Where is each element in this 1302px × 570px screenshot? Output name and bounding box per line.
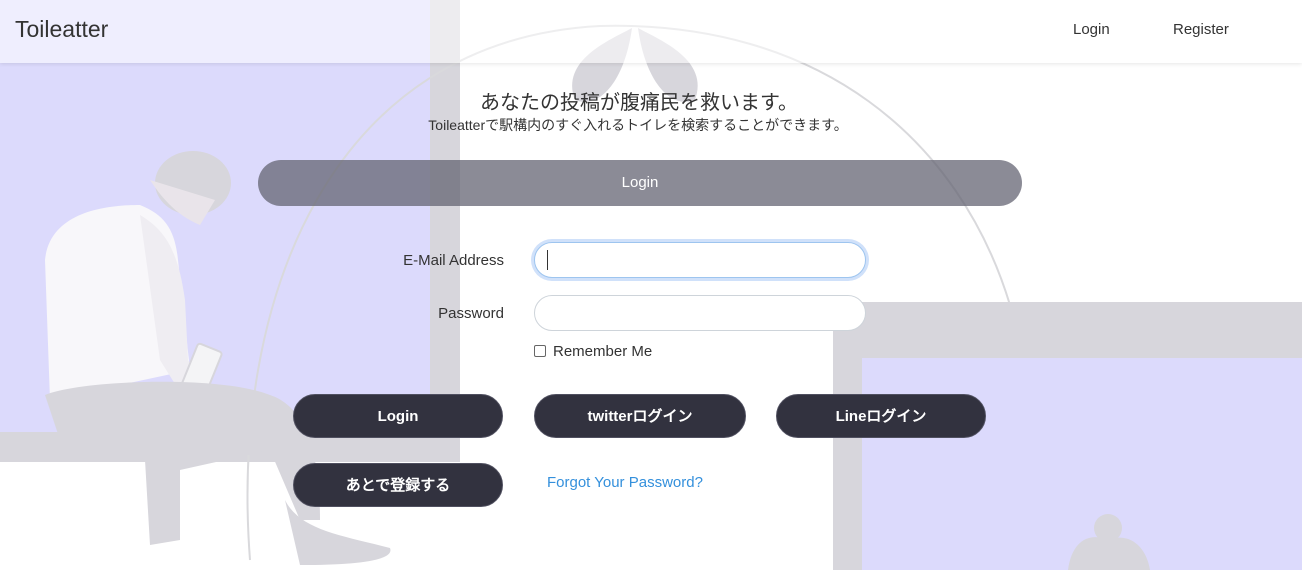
- hero-headline: あなたの投稿が腹痛民を救います。: [480, 92, 798, 114]
- remember-me[interactable]: Remember Me: [534, 342, 652, 360]
- password-label: Password: [438, 305, 504, 322]
- register-later-button[interactable]: あとで登録する: [293, 463, 503, 507]
- login-card-header: Login: [258, 160, 1022, 206]
- twitter-login-button[interactable]: twitterログイン: [534, 394, 746, 438]
- email-label: E-Mail Address: [403, 252, 504, 269]
- email-field[interactable]: [534, 242, 866, 278]
- line-login-button[interactable]: Lineログイン: [776, 394, 986, 438]
- login-button[interactable]: Login: [293, 394, 503, 438]
- main-content: あなたの投稿が腹痛民を救います。 Toileatterで駅構内のすぐ入れるトイレ…: [0, 0, 1302, 570]
- text-caret: [547, 250, 548, 270]
- remember-me-label: Remember Me: [553, 342, 653, 360]
- password-field[interactable]: [534, 295, 866, 331]
- remember-me-checkbox[interactable]: [534, 345, 546, 357]
- forgot-password-link[interactable]: Forgot Your Password?: [547, 474, 703, 491]
- hero-subline: Toileatterで駅構内のすぐ入れるトイレを検索することができます。: [428, 117, 848, 133]
